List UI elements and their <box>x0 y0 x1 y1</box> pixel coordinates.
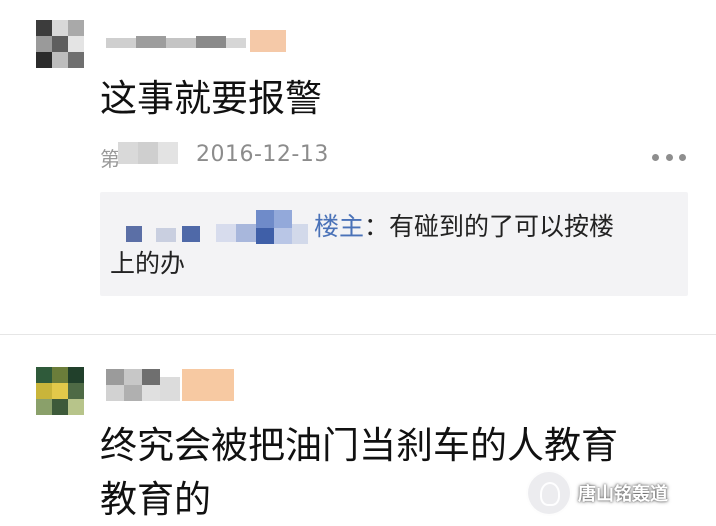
brand-logo-icon <box>526 470 572 516</box>
comment-text: 这事就要报警 <box>100 77 322 120</box>
username[interactable] <box>106 30 286 54</box>
watermark-text: 唐山铭轰道 <box>578 484 668 505</box>
more-options-icon[interactable] <box>652 154 686 162</box>
avatar[interactable] <box>36 367 84 415</box>
reply-content: 有碰到的了可以按楼 <box>389 212 615 241</box>
floor-label: 第 <box>100 147 120 171</box>
reply-text-line-2: 上的办 <box>110 249 186 278</box>
reply-separator: ： <box>364 212 390 241</box>
avatar[interactable] <box>36 20 84 68</box>
comment-date: 2016-12-13 <box>196 142 329 167</box>
reply-author[interactable]: 楼主 <box>314 212 364 241</box>
floor-number-blur <box>118 142 178 164</box>
reply-text-line: 楼主：有碰到的了可以按楼 <box>314 209 614 245</box>
comment-item: 这事就要报警 第 2016-12-13 楼主：有碰到的了可以按楼 上的办 <box>0 0 716 334</box>
watermark: 唐山铭轰道 <box>520 460 716 526</box>
reply-username-blur <box>120 210 310 246</box>
comment-text-line-2: 教育的 <box>100 478 211 521</box>
username[interactable] <box>106 369 236 401</box>
reply-box[interactable]: 楼主：有碰到的了可以按楼 上的办 <box>100 192 688 296</box>
